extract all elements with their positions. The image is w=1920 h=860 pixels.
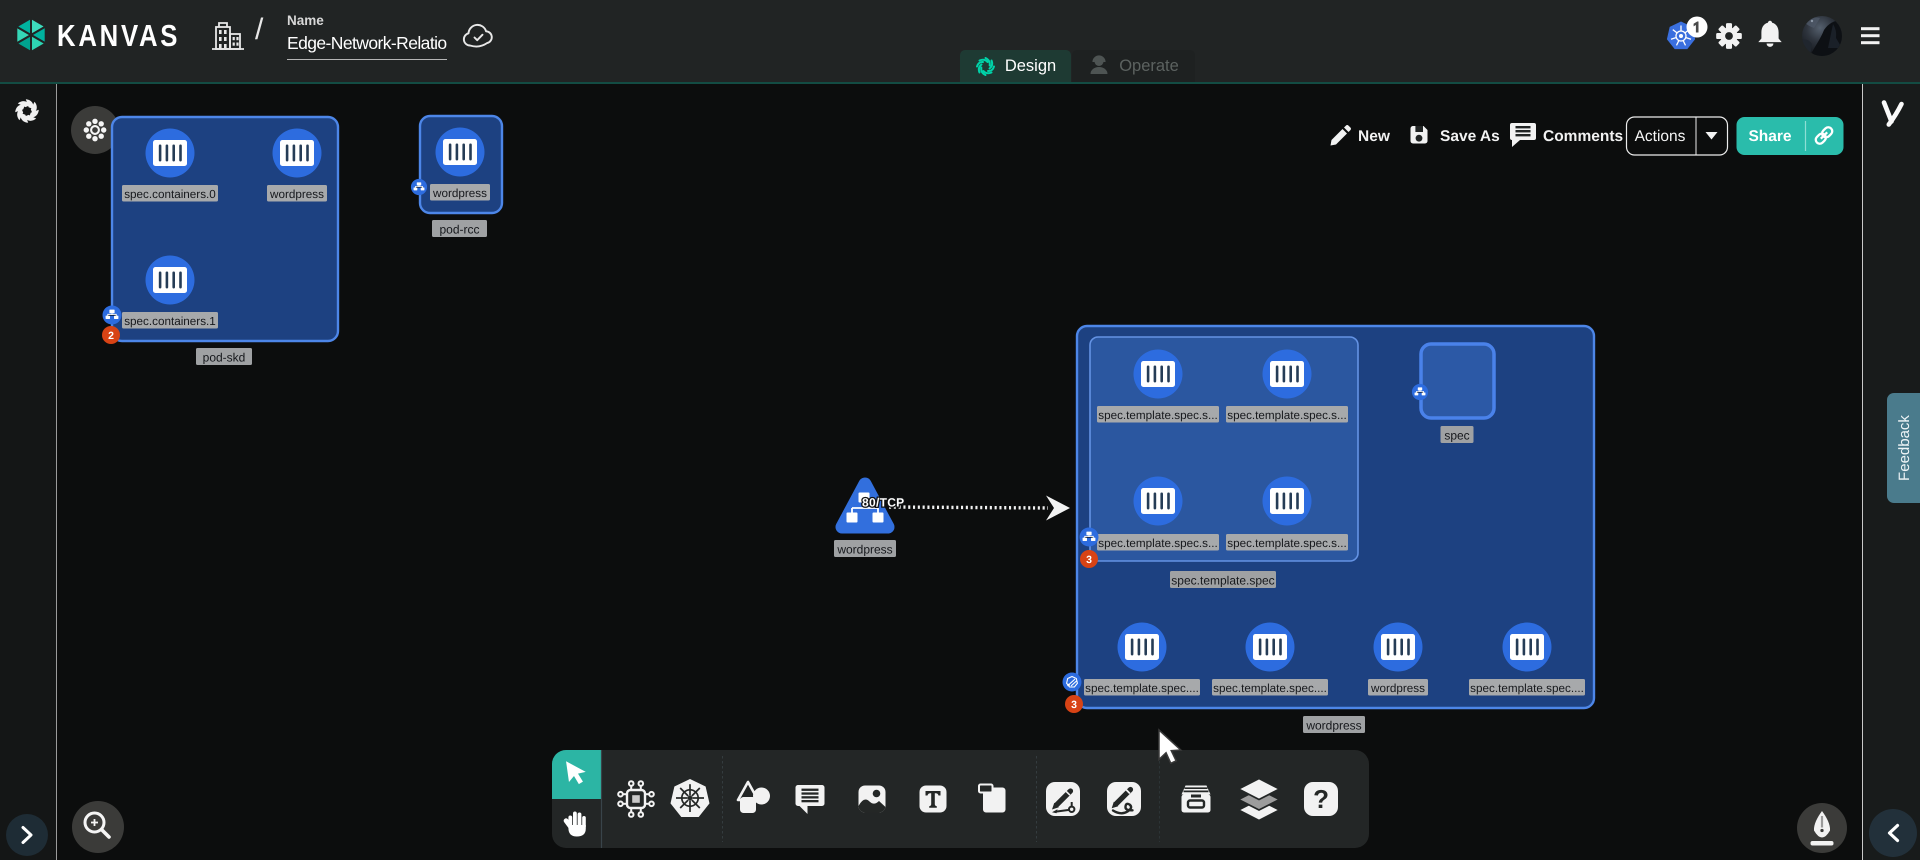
svg-text:spec.template.spec: spec.template.spec [1171, 574, 1274, 588]
svg-text:spec.template.spec....: spec.template.spec.... [1470, 682, 1584, 695]
svg-text:wordpress: wordpress [1305, 719, 1361, 733]
svg-text:pod-rcc: pod-rcc [439, 223, 479, 237]
svg-text:wordpress: wordpress [1370, 682, 1425, 695]
svg-text:Comments: Comments [1543, 128, 1623, 145]
svg-text:New: New [1358, 128, 1391, 145]
svg-text:spec.template.spec.s...: spec.template.spec.s... [1098, 409, 1218, 422]
svg-text:spec.template.spec.s...: spec.template.spec.s... [1098, 537, 1218, 550]
svg-text:Save As: Save As [1440, 128, 1500, 145]
svg-text:wordpress: wordpress [269, 188, 324, 201]
svg-text:spec.containers.1: spec.containers.1 [124, 315, 216, 328]
svg-text:Share: Share [1748, 128, 1791, 145]
svg-text:80/TCP: 80/TCP [862, 496, 904, 510]
svg-text:3: 3 [1086, 554, 1092, 566]
svg-text:?: ? [1313, 784, 1329, 814]
svg-text:spec.template.spec.s...: spec.template.spec.s... [1227, 409, 1347, 422]
svg-text:pod-skd: pod-skd [203, 351, 246, 365]
svg-text:spec.template.spec....: spec.template.spec.... [1213, 682, 1327, 695]
svg-text:spec.template.spec....: spec.template.spec.... [1085, 682, 1199, 695]
svg-text:spec.template.spec.s...: spec.template.spec.s... [1227, 537, 1347, 550]
svg-text:Actions: Actions [1635, 128, 1686, 145]
svg-text:wordpress: wordpress [836, 543, 892, 557]
svg-text:wordpress: wordpress [432, 187, 487, 200]
svg-text:spec: spec [1444, 429, 1469, 443]
svg-text:Feedback: Feedback [1896, 415, 1913, 481]
svg-text:2: 2 [108, 330, 114, 342]
svg-text:spec.containers.0: spec.containers.0 [124, 188, 216, 201]
svg-text:3: 3 [1071, 699, 1077, 711]
